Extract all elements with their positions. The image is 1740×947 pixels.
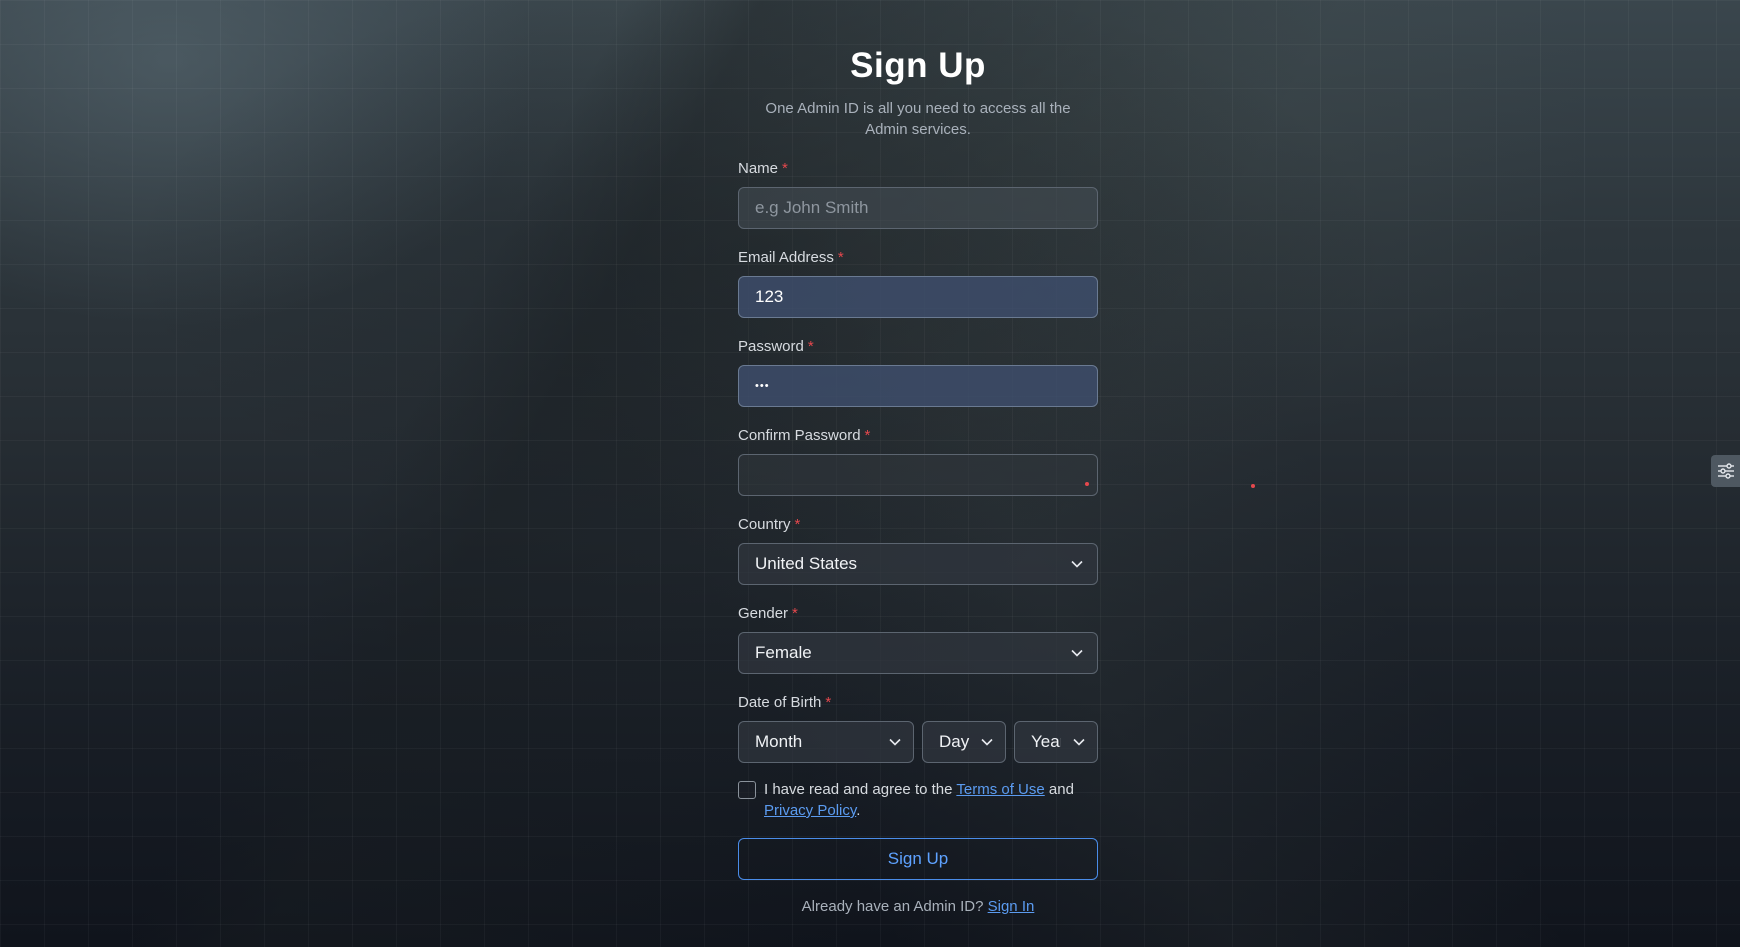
dob-label: Date of Birth * <box>738 694 832 711</box>
dob-month-value: Month <box>755 732 803 751</box>
error-dot <box>1085 482 1089 486</box>
chevron-down-icon <box>1071 560 1083 568</box>
required-marker: * <box>807 338 814 355</box>
dob-selects: Month Day Year <box>738 721 1098 763</box>
country-label: Country * <box>738 516 801 533</box>
confirm-password-field-group: Confirm Password * <box>738 427 1098 496</box>
terms-of-use-link[interactable]: Terms of Use <box>956 781 1044 798</box>
dob-year-select[interactable]: Year <box>1014 721 1098 763</box>
gender-label: Gender * <box>738 605 798 622</box>
page-title: Sign Up <box>850 46 986 85</box>
sliders-icon <box>1717 463 1734 479</box>
gender-field-group: Gender * Female <box>738 605 1098 674</box>
name-label: Name * <box>738 160 788 177</box>
chevron-down-icon <box>1073 738 1085 746</box>
chevron-down-icon <box>981 738 993 746</box>
terms-checkbox[interactable] <box>738 781 756 799</box>
sign-up-button[interactable]: Sign Up <box>738 838 1098 880</box>
red-dot-marker <box>1251 484 1255 488</box>
terms-agreement: I have read and agree to the Terms of Us… <box>738 779 1098 821</box>
name-input[interactable] <box>738 187 1098 229</box>
privacy-policy-link[interactable]: Privacy Policy <box>764 802 856 819</box>
dob-day-value: Day <box>939 732 970 751</box>
sign-in-link[interactable]: Sign In <box>988 898 1035 915</box>
dob-year-value: Year <box>1031 732 1061 751</box>
password-masked-value: ••• <box>755 380 770 392</box>
gender-selected-value: Female <box>755 643 812 662</box>
email-input[interactable]: 123 <box>738 276 1098 318</box>
gender-select[interactable]: Female <box>738 632 1098 674</box>
sign-in-prompt: Already have an Admin ID? Sign In <box>801 898 1035 915</box>
email-value: 123 <box>755 287 784 306</box>
dob-month-select[interactable]: Month <box>738 721 914 763</box>
country-select[interactable]: United States <box>738 543 1098 585</box>
required-marker: * <box>825 694 832 711</box>
email-field-group: Email Address * 123 <box>738 249 1098 318</box>
required-marker: * <box>864 427 871 444</box>
settings-side-tab[interactable] <box>1711 455 1740 487</box>
country-selected-value: United States <box>755 554 858 573</box>
confirm-password-input[interactable] <box>738 454 1098 496</box>
page-subtitle: One Admin ID is all you need to access a… <box>765 100 1071 138</box>
chevron-down-icon <box>889 738 901 746</box>
name-field-group: Name * <box>738 160 1098 229</box>
required-marker: * <box>837 249 844 266</box>
signup-form: Sign Up One Admin ID is all you need to … <box>738 0 1098 915</box>
password-label: Password * <box>738 338 814 355</box>
required-marker: * <box>794 516 801 533</box>
dob-day-select[interactable]: Day <box>922 721 1006 763</box>
password-input[interactable]: ••• <box>738 365 1098 407</box>
email-label: Email Address * <box>738 249 844 266</box>
confirm-password-label: Confirm Password * <box>738 427 871 444</box>
required-marker: * <box>792 605 798 622</box>
country-field-group: Country * United States <box>738 516 1098 585</box>
terms-text: I have read and agree to the Terms of Us… <box>764 781 1074 819</box>
password-field-group: Password * ••• <box>738 338 1098 407</box>
required-marker: * <box>782 160 788 177</box>
chevron-down-icon <box>1071 649 1083 657</box>
dob-field-group: Date of Birth* Month Day Year <box>738 694 1098 763</box>
